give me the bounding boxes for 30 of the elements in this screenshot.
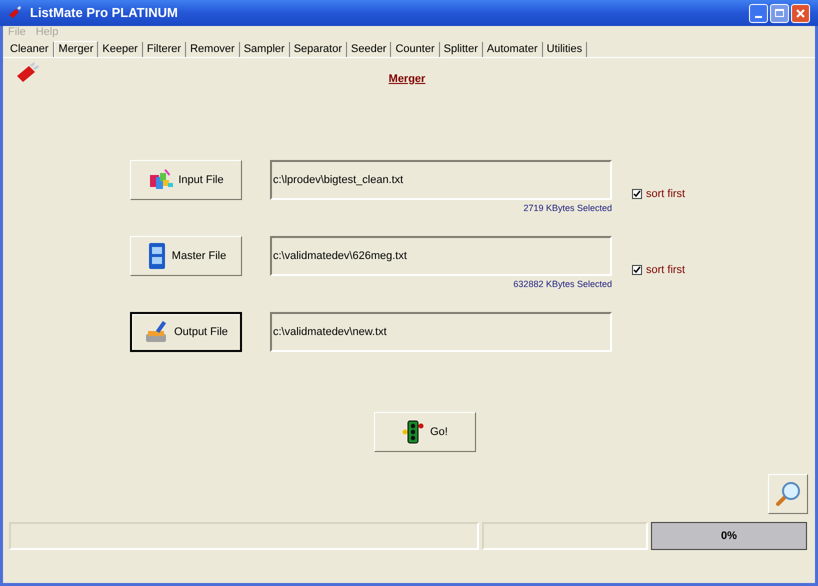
knife-icon — [8, 6, 22, 20]
path-field[interactable]: c:\validmatedev\626meg.txt — [270, 236, 612, 276]
go-button[interactable]: Go! — [374, 412, 476, 452]
page-heading: Merger — [388, 72, 426, 85]
file-button[interactable]: Output File — [130, 312, 242, 352]
tab[interactable]: Sampler — [240, 42, 290, 57]
tab[interactable]: Utilities — [542, 42, 588, 57]
tab[interactable]: Merger — [54, 41, 98, 58]
close-button[interactable] — [791, 4, 810, 22]
checkbox-label: sort first — [646, 263, 686, 278]
search-button[interactable] — [768, 474, 808, 514]
checkbox[interactable] — [632, 189, 642, 200]
traffic-light-icon — [402, 420, 424, 444]
path-field[interactable]: c:\lprodev\bigtest_clean.txt — [270, 160, 612, 200]
maximize-button[interactable] — [770, 4, 789, 22]
path-field[interactable]: c:\validmatedev\new.txt — [270, 312, 612, 352]
progress-reading: 0% — [721, 528, 737, 544]
file-button[interactable]: Input File — [130, 160, 242, 200]
checkbox-label: sort first — [646, 187, 686, 202]
tab[interactable]: Splitter — [440, 42, 483, 57]
close-icon — [796, 8, 805, 18]
tab[interactable]: Separator — [290, 42, 347, 57]
minimize-button[interactable] — [749, 4, 768, 22]
size-note: 632882 KBytes Selected — [513, 278, 612, 291]
knife-icon — [15, 62, 41, 84]
file-button[interactable]: Master File — [130, 236, 242, 276]
search-icon — [774, 480, 802, 508]
window-title: ListMate Pro PLATINUM — [30, 4, 178, 22]
checkbox[interactable] — [632, 265, 642, 276]
size-note: 2719 KBytes Selected — [523, 202, 612, 215]
